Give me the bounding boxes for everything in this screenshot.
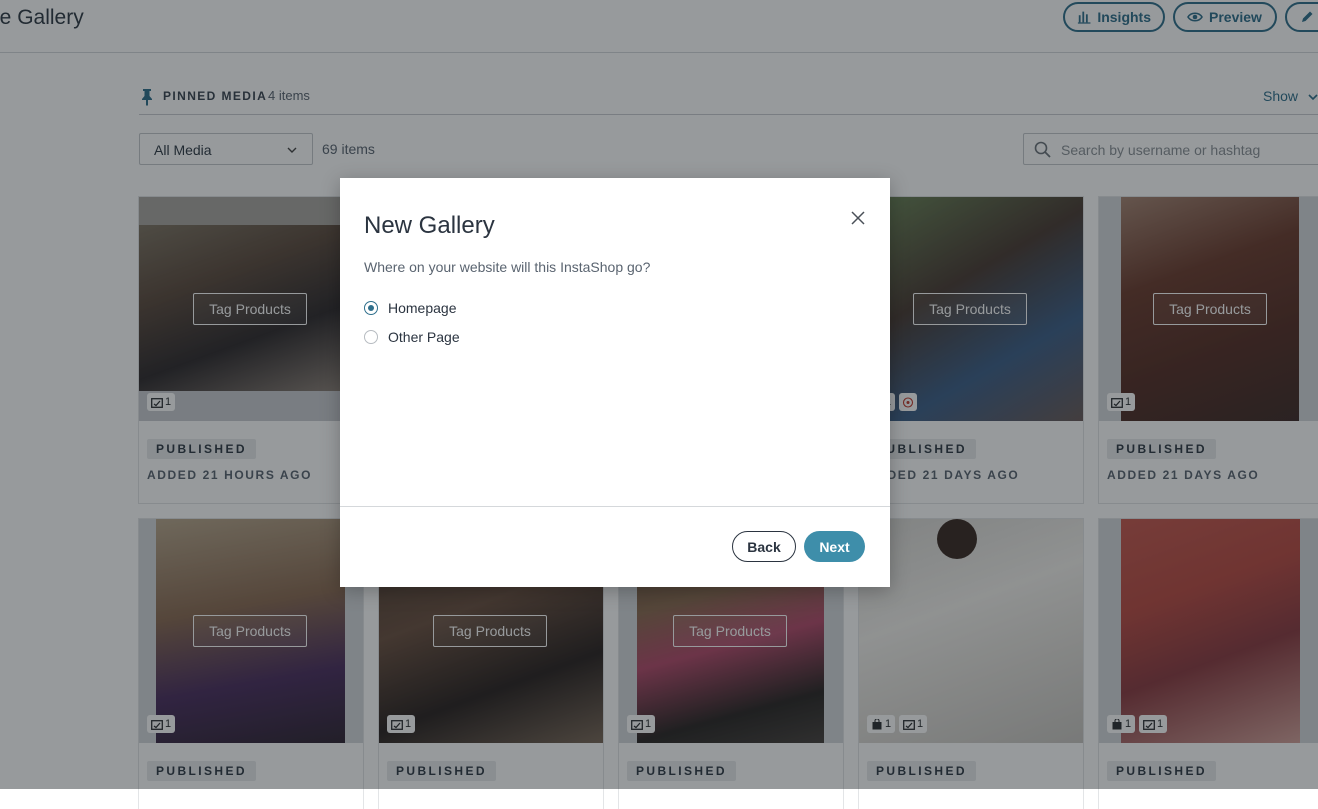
radio-label-homepage: Homepage: [388, 300, 457, 316]
new-gallery-modal: New Gallery Where on your website will t…: [340, 178, 890, 587]
radio-label-other-page: Other Page: [388, 329, 460, 345]
close-icon[interactable]: [848, 208, 868, 228]
radio-other-page[interactable]: [364, 330, 378, 344]
back-button[interactable]: Back: [732, 531, 796, 562]
modal-question: Where on your website will this InstaSho…: [364, 259, 651, 275]
modal-divider: [340, 506, 890, 507]
radio-homepage[interactable]: [364, 301, 378, 315]
modal-title: New Gallery: [364, 212, 495, 239]
radio-option-homepage[interactable]: Homepage: [364, 298, 457, 318]
next-button[interactable]: Next: [804, 531, 865, 562]
radio-option-other-page[interactable]: Other Page: [364, 327, 460, 347]
